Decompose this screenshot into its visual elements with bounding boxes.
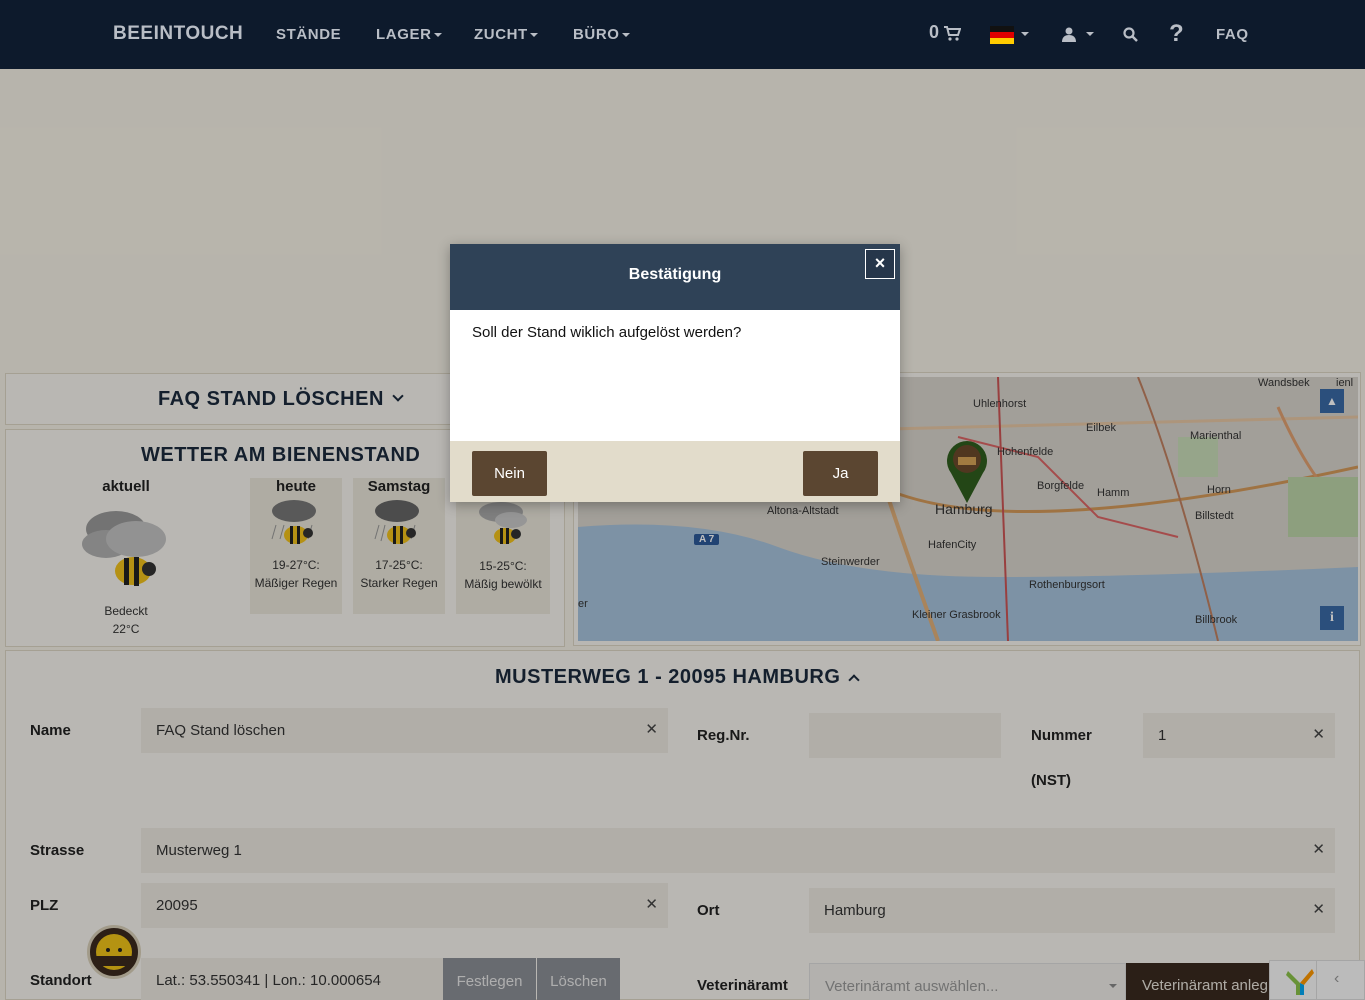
caret-down-icon[interactable] [1086,32,1094,36]
nav-item-lager[interactable]: LAGER [376,26,442,43]
yes-button[interactable]: Ja [803,451,878,496]
close-icon[interactable]: × [865,249,895,279]
language-flag-de[interactable] [990,26,1014,44]
cart-icon [944,25,962,41]
nav-item-label: STÄNDE [276,26,342,43]
caret-down-icon[interactable] [1021,32,1029,36]
cart-count: 0 [929,22,940,42]
modal-backdrop[interactable] [0,69,1365,1000]
user-icon[interactable] [1062,27,1076,42]
top-navbar: BEEINTOUCH STÄNDE LAGER ZUCHT BÜRO 0 ? F… [0,0,1365,69]
nav-item-label: ZUCHT [474,26,528,43]
confirmation-dialog: Bestätigung × Soll der Stand wiklich auf… [450,244,900,502]
dialog-footer: Nein Ja [450,441,900,502]
nav-item-zucht[interactable]: ZUCHT [474,26,538,43]
caret-down-icon [621,33,630,38]
nav-item-faq[interactable]: FAQ [1216,26,1249,43]
help-icon[interactable]: ? [1169,20,1184,48]
dialog-title: Bestätigung [628,266,722,283]
caret-down-icon [529,33,538,38]
no-button[interactable]: Nein [472,451,547,496]
nav-item-buero[interactable]: BÜRO [573,26,630,43]
nav-item-label: BÜRO [573,26,620,43]
nav-item-staende[interactable]: STÄNDE [276,26,341,43]
nav-item-label: LAGER [376,26,432,43]
cart-button[interactable]: 0 [929,22,962,43]
dialog-header: Bestätigung × [450,244,900,310]
caret-down-icon [433,33,442,38]
dialog-message: Soll der Stand wiklich aufgelöst werden? [472,324,742,341]
search-icon[interactable] [1123,27,1138,42]
brand-logo[interactable]: BEEINTOUCH [113,23,243,45]
